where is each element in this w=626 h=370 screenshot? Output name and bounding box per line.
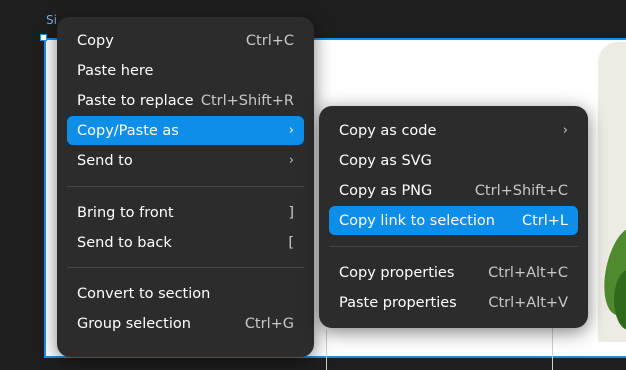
submenu-item-copy-link-to-selection[interactable]: Copy link to selection Ctrl+L xyxy=(329,206,578,235)
menu-item-shortcut: Ctrl+C xyxy=(245,32,294,49)
menu-item-shortcut: Ctrl+G xyxy=(244,315,294,332)
menu-item-label: Copy as PNG xyxy=(339,182,433,199)
menu-item-shortcut: Ctrl+Alt+V xyxy=(488,294,568,311)
menu-item-label: Copy xyxy=(77,32,114,49)
context-menu: Copy Ctrl+C Paste here Paste to replace … xyxy=(57,17,314,357)
resize-handle[interactable] xyxy=(40,34,47,41)
menu-separator xyxy=(329,246,578,247)
frame-divider xyxy=(326,330,327,370)
submenu-item-copy-as-code[interactable]: Copy as code › xyxy=(329,116,578,145)
submenu-item-copy-as-svg[interactable]: Copy as SVG xyxy=(329,146,578,175)
menu-item-shortcut: Ctrl+Shift+R xyxy=(200,92,294,109)
menu-item-label: Paste to replace xyxy=(77,92,194,109)
chevron-right-icon: › xyxy=(562,123,568,138)
menu-item-shortcut: Ctrl+Alt+C xyxy=(488,264,568,281)
menu-item-label: Group selection xyxy=(77,315,191,332)
menu-item-label: Send to back xyxy=(77,234,172,251)
menu-item-label: Bring to front xyxy=(77,204,174,221)
menu-item-paste-here[interactable]: Paste here xyxy=(67,56,304,85)
copy-paste-as-submenu: Copy as code › Copy as SVG Copy as PNG C… xyxy=(319,106,588,328)
submenu-item-copy-as-png[interactable]: Copy as PNG Ctrl+Shift+C xyxy=(329,176,578,205)
menu-item-label: Convert to section xyxy=(77,285,211,302)
menu-item-label: Paste properties xyxy=(339,294,457,311)
menu-item-send-to[interactable]: Send to › xyxy=(67,146,304,175)
menu-item-send-to-back[interactable]: Send to back [ xyxy=(67,228,304,257)
menu-item-label: Copy/Paste as xyxy=(77,122,179,139)
menu-item-bring-to-front[interactable]: Bring to front ] xyxy=(67,198,304,227)
menu-item-label: Copy as code xyxy=(339,122,437,139)
menu-item-convert-to-section[interactable]: Convert to section xyxy=(67,279,304,308)
menu-item-label: Send to xyxy=(77,152,133,169)
menu-item-copy[interactable]: Copy Ctrl+C xyxy=(67,26,304,55)
menu-item-group-selection[interactable]: Group selection Ctrl+G xyxy=(67,309,304,338)
chevron-right-icon: › xyxy=(288,123,294,138)
menu-item-copy-paste-as[interactable]: Copy/Paste as › xyxy=(67,116,304,145)
menu-item-label: Copy as SVG xyxy=(339,152,432,169)
menu-item-label: Copy link to selection xyxy=(339,212,495,229)
menu-separator xyxy=(67,186,304,187)
menu-separator xyxy=(67,267,304,268)
menu-item-shortcut: [ xyxy=(288,234,294,251)
menu-item-shortcut: ] xyxy=(288,204,294,221)
chevron-right-icon: › xyxy=(288,153,294,168)
menu-item-label: Copy properties xyxy=(339,264,455,281)
menu-item-shortcut: Ctrl+L xyxy=(521,212,568,229)
submenu-item-copy-properties[interactable]: Copy properties Ctrl+Alt+C xyxy=(329,258,578,287)
menu-item-label: Paste here xyxy=(77,62,154,79)
frame-name-label[interactable]: Si xyxy=(46,13,57,27)
menu-item-paste-to-replace[interactable]: Paste to replace Ctrl+Shift+R xyxy=(67,86,304,115)
submenu-item-paste-properties[interactable]: Paste properties Ctrl+Alt+V xyxy=(329,288,578,317)
menu-item-shortcut: Ctrl+Shift+C xyxy=(474,182,568,199)
